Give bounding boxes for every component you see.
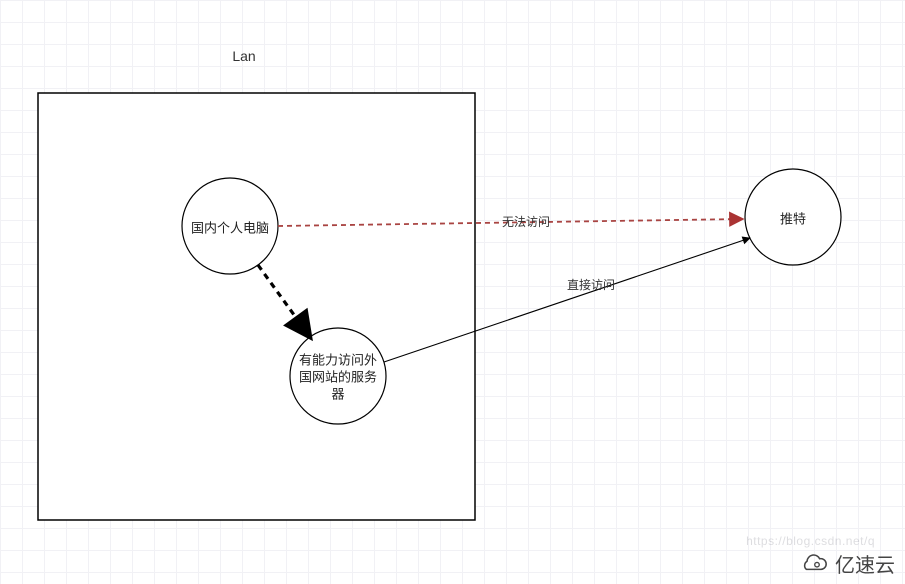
- watermark-text: 亿速云: [835, 549, 895, 578]
- node-pc-label: 国内个人电脑: [191, 220, 269, 235]
- node-proxy: 有能力访问外 国网站的服务 器: [290, 328, 386, 424]
- node-twitter: 推特: [745, 169, 841, 265]
- watermark-brand: 亿速云: [797, 549, 895, 578]
- edge-direct-label: 直接访问: [567, 277, 615, 292]
- node-proxy-line1: 有能力访问外: [299, 352, 377, 367]
- diagram-svg: Lan 国内个人电脑 有能力访问外 国网站的服务 器 推特 直接访问 无法访问: [0, 0, 905, 584]
- node-pc: 国内个人电脑: [182, 178, 278, 274]
- cloud-icon: [797, 552, 829, 576]
- node-proxy-line2: 国网站的服务: [299, 369, 377, 384]
- lan-container: [38, 93, 475, 520]
- edge-blocked-label: 无法访问: [502, 215, 550, 229]
- node-twitter-label: 推特: [780, 211, 806, 226]
- watermark-url: https://blog.csdn.net/q: [746, 534, 875, 548]
- node-proxy-line3: 器: [331, 386, 344, 401]
- lan-title: Lan: [232, 48, 255, 64]
